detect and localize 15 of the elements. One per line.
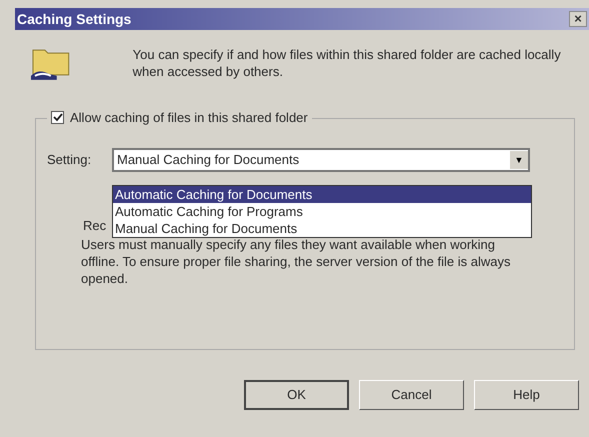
dropdown-option[interactable]: Manual Caching for Documents xyxy=(113,220,531,237)
setting-dropdown[interactable]: Manual Caching for Documents ▼ xyxy=(112,148,530,172)
window-title: Caching Settings xyxy=(17,10,132,29)
dialog-button[interactable]: Cancel xyxy=(359,380,464,410)
dialog-button[interactable]: Help xyxy=(474,380,579,410)
checkbox-label[interactable]: Allow caching of files in this shared folder xyxy=(70,108,308,128)
setting-label: Setting: xyxy=(47,151,92,170)
recommendation-label: Rec xyxy=(83,217,106,235)
intro-text: You can specify if and how files within this shared folder are cached locally when accessed by others. xyxy=(132,46,562,81)
checkbox[interactable] xyxy=(51,111,64,124)
dropdown-option[interactable]: Automatic Caching for Programs xyxy=(113,203,531,220)
dialog-button[interactable]: OK xyxy=(244,380,349,410)
close-button[interactable]: × xyxy=(569,11,587,27)
description-text: Users must manually specify any files they want available when working offline. To ensure proper file sharing, the server version of the file is always opened. xyxy=(81,236,512,287)
dropdown-option[interactable]: Automatic Caching for Documents xyxy=(113,186,531,203)
